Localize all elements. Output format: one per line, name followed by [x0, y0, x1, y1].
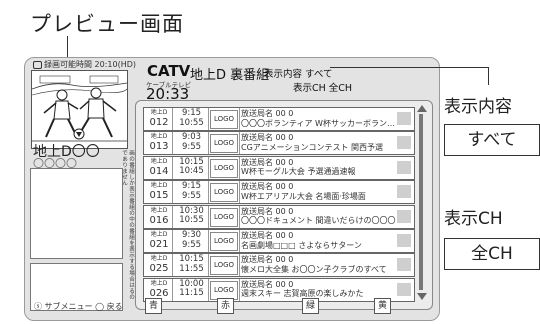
row-channel: 地上D 016: [149, 206, 169, 226]
row-time: 9:30 9:55: [181, 230, 202, 250]
row-channel: 地上D 025: [149, 255, 169, 275]
row-time: 9:03 9:55: [181, 132, 202, 152]
row-divider: [239, 108, 240, 130]
row-channel: 地上D 013: [149, 133, 169, 153]
program-row[interactable]: 地上D 013 9:03 9:55 LOGO 放送局名 00 0 CGアニメーションコンテス…: [143, 131, 415, 156]
blue-button[interactable]: 青: [145, 298, 162, 314]
callout-display-content-value: すべて: [444, 124, 540, 156]
row-channel: 地上D 014: [149, 157, 169, 177]
station-logo: LOGO: [210, 134, 238, 154]
row-channel: 地上D 015: [149, 182, 169, 202]
station-logo: LOGO: [210, 183, 238, 203]
callout-display-ch-label: 表示CH: [444, 209, 503, 229]
row-time: 9:15 10:55: [179, 108, 204, 128]
recordable-time: 録画可能時間 20:10(HD): [33, 59, 136, 70]
row-divider: [172, 205, 173, 228]
row-status-icon: [397, 112, 411, 125]
row-divider: [172, 132, 173, 155]
row-divider: [239, 230, 240, 252]
network-name: CATV: [147, 62, 191, 80]
row-time: 10:15 11:55: [179, 254, 204, 274]
program-row[interactable]: 地上D 025 10:15 11:55 LOGO 放送局名 00 0 懐メロ大全集 お〇〇ン…: [143, 253, 415, 278]
row-divider: [172, 278, 173, 301]
row-channel: 地上D 026: [149, 279, 169, 299]
row-divider: [239, 132, 240, 155]
row-program-info: 放送局名 00 0 W杯エアリアル大会 名場面·珍場面: [241, 182, 366, 201]
row-divider: [208, 254, 209, 277]
row-status-icon: [397, 282, 411, 296]
row-time: 9:15 9:55: [181, 181, 202, 201]
row-divider: [239, 254, 240, 277]
vertical-note: 画の番組しか表示番組の中の番組を表示する場合はるのでありません: [121, 150, 134, 300]
station-logo: LOGO: [210, 110, 238, 129]
row-time: 10:15 10:45: [179, 156, 204, 177]
station-logo: LOGO: [210, 158, 238, 178]
row-channel: 地上D 012: [149, 109, 169, 128]
row-divider: [208, 230, 209, 252]
row-divider: [172, 181, 173, 204]
program-row[interactable]: 地上D 014 10:15 10:45 LOGO 放送局名 00 0 W杯モーグル大会 予選…: [143, 155, 415, 180]
row-divider: [172, 230, 173, 252]
annotation-title: プレビュー画面: [30, 12, 184, 36]
row-divider: [208, 181, 209, 204]
scroll-up-icon[interactable]: [417, 105, 427, 112]
list-scrollbar[interactable]: [416, 105, 427, 300]
row-divider: [208, 108, 209, 130]
program-row[interactable]: 地上D 016 10:30 10:55 LOGO 放送局名 00 0 〇〇〇ドキュメント 間…: [143, 204, 415, 229]
row-time: 10:30 10:55: [179, 205, 204, 226]
row-status-icon: [397, 234, 411, 247]
soccer-illustration: [32, 75, 127, 142]
station-logo: LOGO: [210, 232, 238, 251]
row-divider: [172, 108, 173, 130]
preview-window: [31, 70, 128, 149]
disk-icon: [33, 60, 42, 69]
display-content-leader-v: [488, 67, 489, 85]
display-channel: 表示CH 全CH: [293, 83, 353, 94]
row-divider: [172, 254, 173, 277]
row-program-info: 放送局名 00 0 懐メロ大全集 お〇〇ン子クラブのすべて: [241, 255, 387, 274]
row-divider: [208, 278, 209, 301]
info-panel-top: [30, 168, 123, 259]
program-row[interactable]: 地上D 015 9:15 9:55 LOGO 放送局名 00 0 W杯エアリアル大会 名場面…: [143, 180, 415, 205]
station-logo: LOGO: [210, 280, 238, 300]
yellow-button[interactable]: 黄: [374, 298, 391, 314]
row-channel: 地上D 021: [149, 231, 169, 250]
row-program-info: 放送局名 00 0 CGアニメーションコンテスト 関西予選: [241, 133, 384, 152]
row-program-info: 放送局名 00 0 〇〇〇ボランティア W杯サッカーボラン…: [241, 109, 395, 128]
program-row[interactable]: 地上D 012 9:15 10:55 LOGO 放送局名 00 0 〇〇〇ボランティア W杯…: [143, 107, 415, 131]
row-program-info: 放送局名 00 0 週末スキー 志賀高原の楽しみかた: [241, 279, 364, 299]
submenu-hint: ⓢ サブメニュー ◯ 戻る: [34, 302, 123, 311]
category-label: 地上D 裏番組: [190, 68, 270, 83]
row-divider: [239, 181, 240, 204]
row-program-info: 放送局名 00 0 W杯モーグル大会 予選通過速報: [241, 157, 356, 177]
program-row[interactable]: 地上D 021 9:30 9:55 LOGO 放送局名 00 0 名画劇場□□□ さよならサ…: [143, 229, 415, 253]
row-divider: [239, 205, 240, 228]
row-status-icon: [397, 160, 411, 174]
row-program-info: 放送局名 00 0 〇〇〇ドキュメント 間違いだらけの〇〇〇: [241, 206, 396, 226]
station-logo: LOGO: [210, 207, 238, 227]
row-time: 10:00 11:15: [179, 278, 204, 299]
row-program-info: 放送局名 00 0 名画劇場□□□ さよならサターン: [241, 231, 362, 250]
callout-display-content-label: 表示内容: [444, 97, 512, 117]
row-divider: [239, 156, 240, 179]
row-status-icon: [397, 136, 411, 150]
row-divider: [208, 132, 209, 155]
scroll-track[interactable]: [419, 114, 423, 290]
row-status-icon: [397, 209, 411, 223]
row-divider: [239, 278, 240, 301]
row-status-icon: [397, 185, 411, 199]
station-logo: LOGO: [210, 256, 238, 276]
green-button[interactable]: 緑: [302, 298, 319, 314]
row-status-icon: [397, 258, 411, 272]
display-mode: 表示内容 すべて: [264, 69, 333, 80]
row-divider: [172, 156, 173, 179]
red-button[interactable]: 赤: [217, 298, 234, 314]
row-divider: [208, 156, 209, 179]
callout-display-ch-value: 全CH: [444, 238, 540, 270]
scroll-down-icon[interactable]: [417, 293, 427, 300]
row-divider: [208, 205, 209, 228]
display-content-leader: [330, 67, 488, 68]
